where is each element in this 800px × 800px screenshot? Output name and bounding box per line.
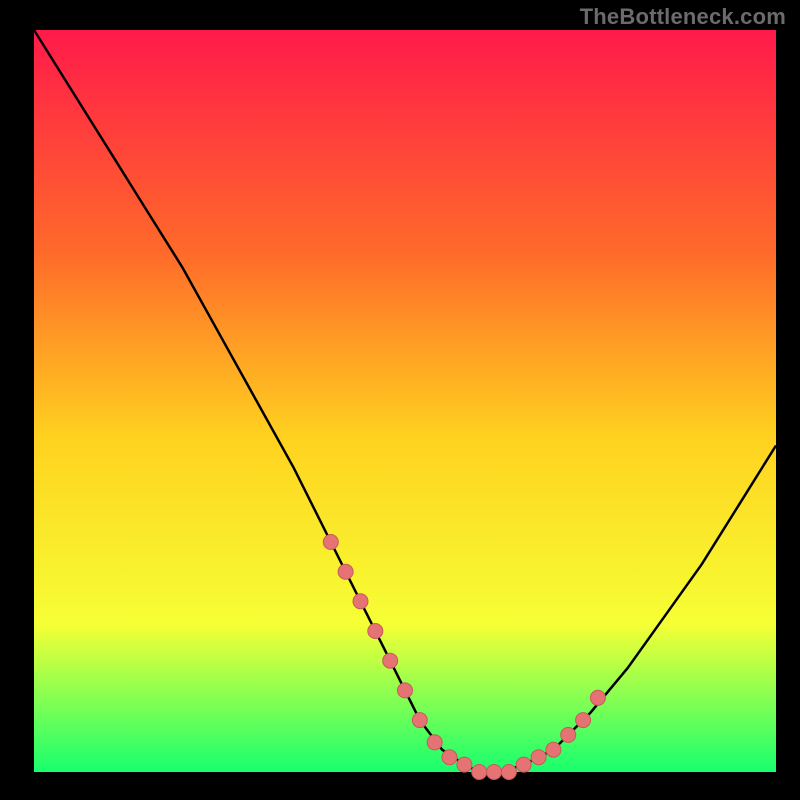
marker-point <box>427 735 442 750</box>
marker-point <box>472 765 487 780</box>
bottleneck-chart <box>0 0 800 800</box>
marker-point <box>323 535 338 550</box>
marker-point <box>590 690 605 705</box>
marker-point <box>353 594 368 609</box>
marker-point <box>368 624 383 639</box>
marker-point <box>457 757 472 772</box>
marker-point <box>398 683 413 698</box>
marker-point <box>412 713 427 728</box>
chart-frame: TheBottleneck.com <box>0 0 800 800</box>
marker-point <box>501 765 516 780</box>
marker-point <box>516 757 531 772</box>
marker-point <box>546 742 561 757</box>
marker-point <box>442 750 457 765</box>
marker-point <box>487 765 502 780</box>
marker-point <box>383 653 398 668</box>
marker-point <box>561 727 576 742</box>
watermark-text: TheBottleneck.com <box>580 4 786 30</box>
marker-point <box>576 713 591 728</box>
marker-point <box>338 564 353 579</box>
plot-background <box>34 30 776 772</box>
marker-point <box>531 750 546 765</box>
